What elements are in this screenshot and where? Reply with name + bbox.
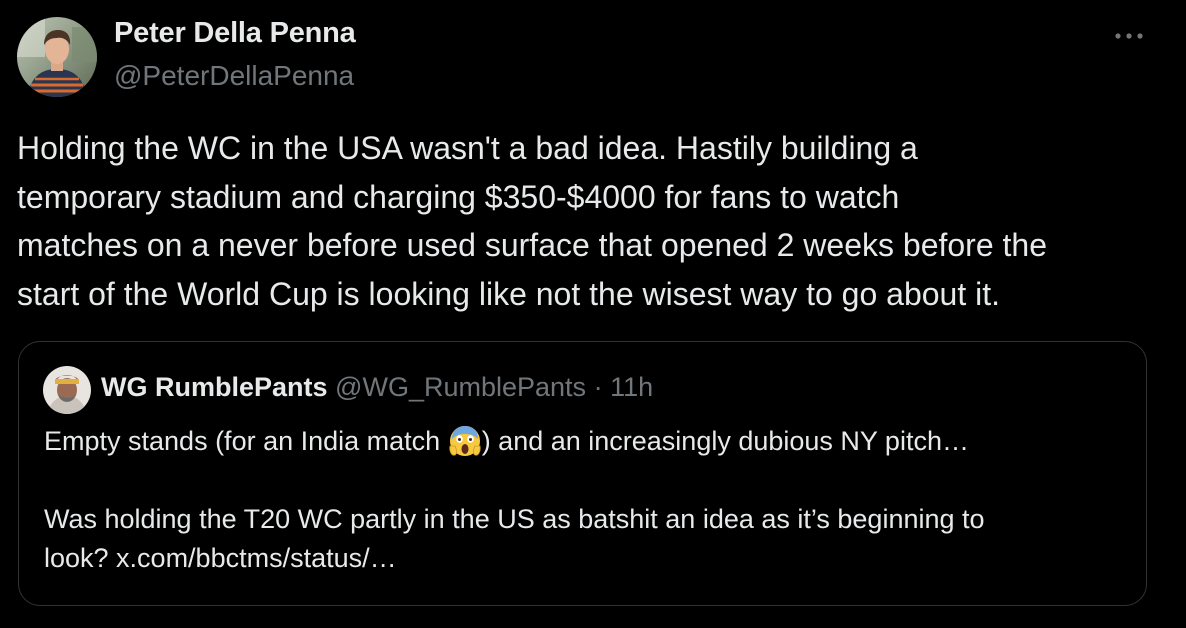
tweet-text-line: temporary stadium and charging $350-$400… bbox=[17, 178, 900, 215]
separator-dot: · bbox=[593, 372, 603, 402]
quoted-tweet-header: WG RumblePants @WG_RumblePants · 11h bbox=[101, 372, 653, 403]
author-avatar[interactable] bbox=[17, 17, 97, 97]
quoted-text-line: Empty stands (for an India match ) and a… bbox=[44, 422, 1134, 461]
quoted-tweet-time[interactable]: 11h bbox=[610, 372, 653, 402]
ellipsis-icon[interactable] bbox=[1112, 22, 1148, 50]
tweet-text-line: matches on a never before used surface t… bbox=[17, 227, 1047, 263]
quoted-tweet-card[interactable]: WG RumblePants @WG_RumblePants · 11h Emp… bbox=[18, 341, 1147, 606]
author-name[interactable]: Peter Della Penna bbox=[114, 17, 356, 50]
quoted-text-line: look? x.com/bbctms/status/… bbox=[44, 543, 397, 573]
face-screaming-in-fear-icon bbox=[448, 424, 482, 458]
author-handle[interactable]: @PeterDellaPenna bbox=[114, 60, 354, 92]
quoted-text-segment: ) and an increasingly dubious NY pitch… bbox=[481, 426, 969, 456]
quoted-tweet-text: Empty stands (for an India match ) and a… bbox=[44, 422, 1134, 578]
quoted-author-handle[interactable]: @WG_RumblePants bbox=[335, 372, 586, 402]
quoted-author-avatar[interactable] bbox=[43, 366, 91, 414]
tweet-text: Holding the WC in the USA wasn't a bad i… bbox=[17, 124, 1167, 318]
tweet-text-line: Holding the WC in the USA wasn't a bad i… bbox=[17, 130, 918, 166]
tweet[interactable]: Peter Della Penna @PeterDellaPenna Holdi… bbox=[0, 0, 1186, 628]
quoted-author-name[interactable]: WG RumblePants bbox=[101, 372, 328, 402]
quoted-text-line: Was holding the T20 WC partly in the US … bbox=[44, 504, 985, 534]
tweet-text-line: start of the World Cup is looking like n… bbox=[17, 275, 1001, 312]
quoted-text-segment: Empty stands (for an India match bbox=[44, 426, 448, 456]
